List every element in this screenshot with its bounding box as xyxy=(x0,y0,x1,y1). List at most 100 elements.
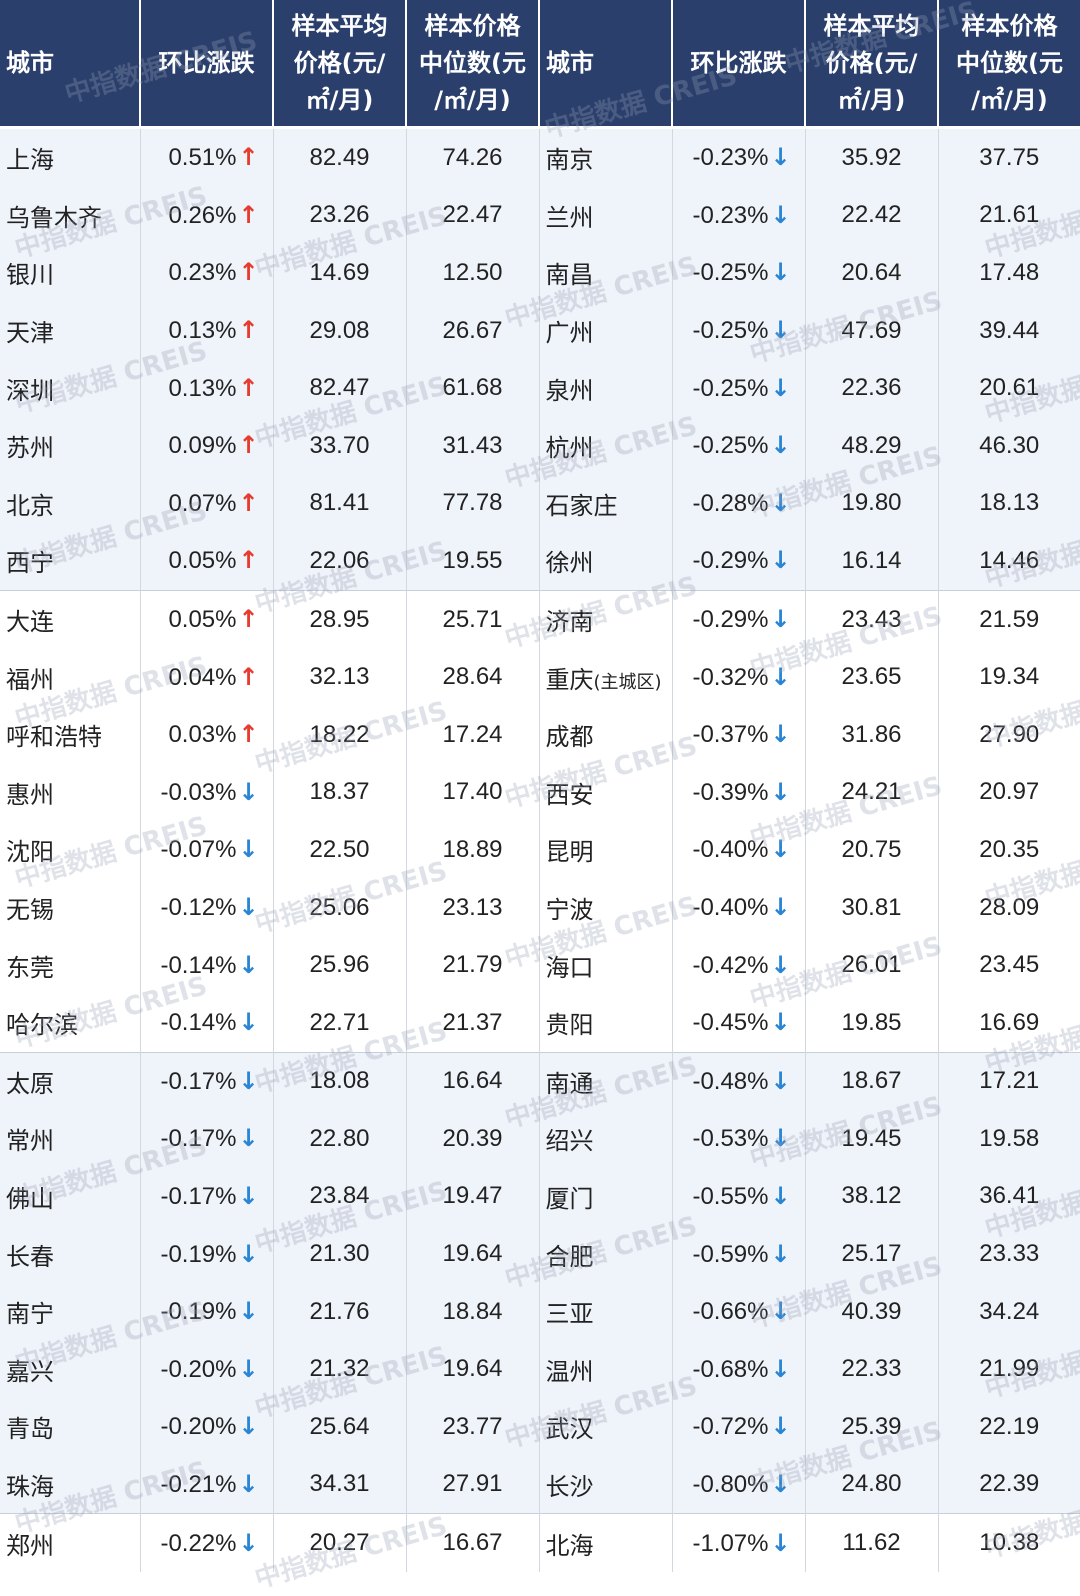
change-value: -0.25% xyxy=(692,259,769,287)
median-price-cell-right: 21.99 xyxy=(938,1340,1080,1399)
table-row: 珠海 -0.21%↓ 34.31 27.91 长沙 -0.80%↓ 24.80 22.39 xyxy=(0,1455,1080,1514)
change-cell: -0.14%↓ xyxy=(140,993,274,1052)
city-cell-right: 济南 xyxy=(539,589,673,649)
change-value: -0.25% xyxy=(692,374,769,402)
change-value: -0.80% xyxy=(692,1470,769,1498)
table-row: 北京 0.07%↑ 81.41 77.78 石家庄 -0.28%↓ 19.80 18.13 xyxy=(0,474,1080,533)
change-cell-right: -0.42%↓ xyxy=(672,936,806,994)
change-value: -0.12% xyxy=(160,894,237,922)
change-cell-right: -0.23%↓ xyxy=(672,186,806,245)
city-cell: 常州 xyxy=(0,1110,141,1168)
median-price-cell: 23.13 xyxy=(406,878,540,937)
avg-price-cell: 25.96 xyxy=(273,936,407,994)
change-value: -0.21% xyxy=(160,1470,237,1498)
avg-price-cell: 82.49 xyxy=(273,127,407,187)
avg-price-cell: 23.26 xyxy=(273,186,407,245)
change-value: -0.14% xyxy=(160,951,237,979)
median-price-cell: 19.64 xyxy=(406,1225,540,1283)
avg-price-cell: 21.30 xyxy=(273,1225,407,1283)
arrow-down-icon: ↓ xyxy=(238,1297,259,1326)
city-name: 徐州 xyxy=(545,549,594,578)
avg-price-cell-right: 11.62 xyxy=(805,1513,939,1572)
table-row: 嘉兴 -0.20%↓ 21.32 19.64 温州 -0.68%↓ 22.33 21.99 xyxy=(0,1340,1080,1399)
change-value: -0.22% xyxy=(160,1529,237,1557)
change-value: 0.04% xyxy=(168,663,237,691)
header-change: 环比涨跌 xyxy=(140,0,274,129)
change-value: 0.05% xyxy=(168,547,237,575)
median-price-cell-right: 37.75 xyxy=(938,127,1080,187)
avg-price-cell-right: 30.81 xyxy=(805,878,939,937)
arrow-up-icon: ↑ xyxy=(238,488,259,517)
table-row: 乌鲁木齐 0.26%↑ 23.26 22.47 兰州 -0.23%↓ 22.42 21.61 xyxy=(0,186,1080,245)
median-price-cell: 19.55 xyxy=(406,532,540,591)
table-row: 惠州 -0.03%↓ 18.37 17.40 西安 -0.39%↓ 24.21 20.97 xyxy=(0,763,1080,822)
city-name: 佛山 xyxy=(6,1184,54,1213)
arrow-down-icon: ↓ xyxy=(770,1181,791,1210)
table-row: 无锡 -0.12%↓ 25.06 23.13 宁波 -0.40%↓ 30.81 28.09 xyxy=(0,878,1080,937)
change-cell: 0.03%↑ xyxy=(140,705,274,764)
change-cell: 0.13%↑ xyxy=(140,301,274,360)
change-value: -0.20% xyxy=(160,1413,237,1441)
median-price-cell-right: 17.48 xyxy=(938,244,1080,302)
city-name: 杭州 xyxy=(545,434,594,463)
change-value: -0.39% xyxy=(692,778,769,806)
city-cell: 惠州 xyxy=(0,763,141,822)
median-price-cell-right: 23.33 xyxy=(938,1225,1080,1283)
arrow-down-icon: ↓ xyxy=(770,720,791,749)
arrow-down-icon: ↓ xyxy=(770,1008,791,1037)
city-cell: 天津 xyxy=(0,301,141,360)
table-row: 银川 0.23%↑ 14.69 12.50 南昌 -0.25%↓ 20.64 17.48 xyxy=(0,244,1080,302)
city-cell: 银川 xyxy=(0,244,141,302)
city-name: 东莞 xyxy=(6,953,54,982)
median-price-cell-right: 19.58 xyxy=(938,1110,1080,1168)
avg-price-cell-right: 26.01 xyxy=(805,936,939,994)
avg-price-cell: 22.06 xyxy=(273,532,407,591)
city-name: 郑州 xyxy=(6,1531,54,1560)
arrow-down-icon: ↓ xyxy=(238,893,259,922)
avg-price-cell: 22.50 xyxy=(273,821,407,879)
arrow-down-icon: ↓ xyxy=(770,662,791,691)
city-cell: 嘉兴 xyxy=(0,1340,141,1399)
table-row: 深圳 0.13%↑ 82.47 61.68 泉州 -0.25%↓ 22.36 20.61 xyxy=(0,359,1080,417)
median-price-cell: 17.40 xyxy=(406,763,540,822)
median-price-cell: 77.78 xyxy=(406,474,540,533)
median-price-cell-right: 20.61 xyxy=(938,359,1080,417)
change-cell-right: -0.25%↓ xyxy=(672,301,806,360)
city-name: 西安 xyxy=(545,780,594,809)
change-cell: -0.12%↓ xyxy=(140,878,274,937)
city-cell-right: 厦门 xyxy=(539,1167,673,1226)
arrow-down-icon: ↓ xyxy=(238,1124,259,1153)
city-cell-right: 杭州 xyxy=(539,416,673,475)
city-name: 南京 xyxy=(545,146,594,175)
table-row: 天津 0.13%↑ 29.08 26.67 广州 -0.25%↓ 47.69 39.44 xyxy=(0,301,1080,360)
change-cell: -0.17%↓ xyxy=(140,1051,274,1111)
arrow-down-icon: ↓ xyxy=(770,950,791,979)
arrow-up-icon: ↑ xyxy=(238,200,259,229)
arrow-down-icon: ↓ xyxy=(238,1528,259,1557)
median-price-cell-right: 21.59 xyxy=(938,589,1080,649)
change-cell-right: -0.55%↓ xyxy=(672,1167,806,1226)
avg-price-cell: 82.47 xyxy=(273,359,407,417)
city-cell: 无锡 xyxy=(0,878,141,937)
change-cell-right: -0.39%↓ xyxy=(672,763,806,822)
change-value: 0.26% xyxy=(168,201,237,229)
change-cell-right: -0.45%↓ xyxy=(672,993,806,1052)
avg-price-cell-right: 22.36 xyxy=(805,359,939,417)
avg-price-cell-right: 24.21 xyxy=(805,763,939,822)
city-cell-right: 广州 xyxy=(539,301,673,360)
city-cell: 青岛 xyxy=(0,1398,141,1456)
arrow-down-icon: ↓ xyxy=(770,1239,791,1268)
city-name: 上海 xyxy=(6,146,54,175)
change-value: -0.48% xyxy=(692,1067,769,1095)
city-cell-right: 泉州 xyxy=(539,359,673,417)
change-value: -0.68% xyxy=(692,1355,769,1383)
arrow-down-icon: ↓ xyxy=(770,1297,791,1326)
city-cell-right: 南京 xyxy=(539,127,673,187)
change-value: 0.13% xyxy=(168,317,237,345)
median-price-cell: 23.77 xyxy=(406,1398,540,1456)
median-price-cell-right: 27.90 xyxy=(938,705,1080,764)
table-row: 东莞 -0.14%↓ 25.96 21.79 海口 -0.42%↓ 26.01 23.45 xyxy=(0,936,1080,994)
change-cell-right: -1.07%↓ xyxy=(672,1513,806,1572)
avg-price-cell: 21.76 xyxy=(273,1282,407,1341)
table-row: 郑州 -0.22%↓ 20.27 16.67 北海 -1.07%↓ 11.62 10.38 xyxy=(0,1513,1080,1572)
